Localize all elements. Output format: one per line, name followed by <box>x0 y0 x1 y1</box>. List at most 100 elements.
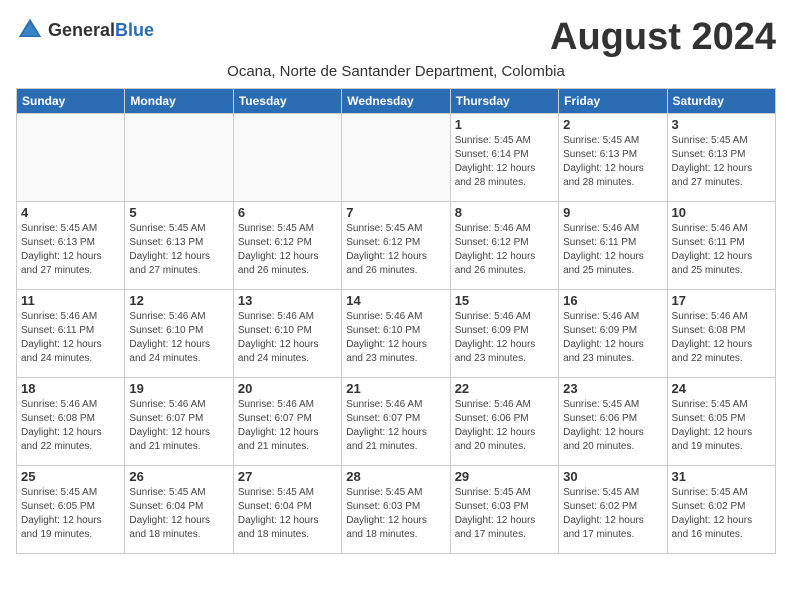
calendar-header-row: SundayMondayTuesdayWednesdayThursdayFrid… <box>17 89 776 114</box>
calendar-cell: 29 Sunrise: 5:45 AM Sunset: 6:03 PM Dayli… <box>450 466 558 554</box>
day-info: Sunrise: 5:46 AM Sunset: 6:06 PM Dayligh… <box>455 398 554 454</box>
calendar-header-tuesday: Tuesday <box>233 89 341 114</box>
calendar-cell: 9 Sunrise: 5:46 AM Sunset: 6:11 PM Daylig… <box>559 202 667 290</box>
calendar-cell: 23Sunrise: 5:45 AM Sunset: 6:06 PM Dayli… <box>559 378 667 466</box>
day-number: 20 <box>238 381 337 396</box>
day-number: 24 <box>672 381 771 396</box>
day-number: 18 <box>21 381 120 396</box>
day-info: Sunrise: 5:46 AM Sunset: 6:09 PM Dayligh… <box>455 310 554 366</box>
day-number: 7 <box>346 205 445 220</box>
day-info: Sunrise: 5:45 AM Sunset: 6:03 PM Dayligh… <box>455 486 554 542</box>
day-info: Sunrise: 5:46 AM Sunset: 6:10 PM Dayligh… <box>238 310 337 366</box>
calendar-cell: 19 Sunrise: 5:46 AM Sunset: 6:07 PM Dayli… <box>125 378 233 466</box>
day-info: Sunrise: 5:46 AM Sunset: 6:08 PM Dayligh… <box>21 398 120 454</box>
day-number: 15 <box>455 293 554 308</box>
calendar-cell: 7 Sunrise: 5:45 AM Sunset: 6:12 PM Daylig… <box>342 202 450 290</box>
day-info: Sunrise: 5:46 AM Sunset: 6:10 PM Dayligh… <box>346 310 445 366</box>
calendar-cell: 26 Sunrise: 5:45 AM Sunset: 6:04 PM Dayli… <box>125 466 233 554</box>
calendar-cell: 15 Sunrise: 5:46 AM Sunset: 6:09 PM Dayli… <box>450 290 558 378</box>
day-info: Sunrise: 5:45 AM Sunset: 6:12 PM Dayligh… <box>346 222 445 278</box>
calendar-cell <box>125 114 233 202</box>
day-number: 22 <box>455 381 554 396</box>
day-number: 6 <box>238 205 337 220</box>
day-number: 5 <box>129 205 228 220</box>
day-info: Sunrise: 5:46 AM Sunset: 6:07 PM Dayligh… <box>346 398 445 454</box>
calendar-cell: 27 Sunrise: 5:45 AM Sunset: 6:04 PM Dayli… <box>233 466 341 554</box>
day-number: 10 <box>672 205 771 220</box>
calendar-cell: 5Sunrise: 5:45 AM Sunset: 6:13 PM Daylig… <box>125 202 233 290</box>
calendar-header-wednesday: Wednesday <box>342 89 450 114</box>
day-info: Sunrise: 5:45 AM Sunset: 6:05 PM Dayligh… <box>21 486 120 542</box>
day-number: 4 <box>21 205 120 220</box>
day-number: 29 <box>455 469 554 484</box>
calendar-cell: 6 Sunrise: 5:45 AM Sunset: 6:12 PM Daylig… <box>233 202 341 290</box>
day-info: Sunrise: 5:46 AM Sunset: 6:11 PM Dayligh… <box>563 222 662 278</box>
day-info: Sunrise: 5:46 AM Sunset: 6:09 PM Dayligh… <box>563 310 662 366</box>
day-info: Sunrise: 5:46 AM Sunset: 6:07 PM Dayligh… <box>238 398 337 454</box>
logo-text-blue: Blue <box>115 20 154 40</box>
logo-icon <box>16 16 44 44</box>
calendar-cell: 22 Sunrise: 5:46 AM Sunset: 6:06 PM Dayli… <box>450 378 558 466</box>
calendar-header-sunday: Sunday <box>17 89 125 114</box>
calendar-cell: 12Sunrise: 5:46 AM Sunset: 6:10 PM Dayli… <box>125 290 233 378</box>
day-number: 21 <box>346 381 445 396</box>
calendar-cell <box>17 114 125 202</box>
day-info: Sunrise: 5:46 AM Sunset: 6:08 PM Dayligh… <box>672 310 771 366</box>
day-info: Sunrise: 5:45 AM Sunset: 6:14 PM Dayligh… <box>455 134 554 190</box>
calendar-header-friday: Friday <box>559 89 667 114</box>
day-info: Sunrise: 5:45 AM Sunset: 6:02 PM Dayligh… <box>672 486 771 542</box>
day-info: Sunrise: 5:46 AM Sunset: 6:11 PM Dayligh… <box>672 222 771 278</box>
calendar-cell: 13Sunrise: 5:46 AM Sunset: 6:10 PM Dayli… <box>233 290 341 378</box>
day-number: 31 <box>672 469 771 484</box>
day-info: Sunrise: 5:45 AM Sunset: 6:13 PM Dayligh… <box>672 134 771 190</box>
day-info: Sunrise: 5:46 AM Sunset: 6:11 PM Dayligh… <box>21 310 120 366</box>
day-number: 9 <box>563 205 662 220</box>
day-number: 1 <box>455 117 554 132</box>
day-number: 30 <box>563 469 662 484</box>
calendar-cell: 2 Sunrise: 5:45 AM Sunset: 6:13 PM Daylig… <box>559 114 667 202</box>
day-info: Sunrise: 5:45 AM Sunset: 6:03 PM Dayligh… <box>346 486 445 542</box>
calendar-cell: 8 Sunrise: 5:46 AM Sunset: 6:12 PM Daylig… <box>450 202 558 290</box>
day-info: Sunrise: 5:45 AM Sunset: 6:05 PM Dayligh… <box>672 398 771 454</box>
day-info: Sunrise: 5:45 AM Sunset: 6:13 PM Dayligh… <box>21 222 120 278</box>
calendar-cell: 31 Sunrise: 5:45 AM Sunset: 6:02 PM Dayli… <box>667 466 775 554</box>
calendar-week-2: 4 Sunrise: 5:45 AM Sunset: 6:13 PM Daylig… <box>17 202 776 290</box>
calendar-week-1: 1 Sunrise: 5:45 AM Sunset: 6:14 PM Daylig… <box>17 114 776 202</box>
day-info: Sunrise: 5:46 AM Sunset: 6:07 PM Dayligh… <box>129 398 228 454</box>
calendar-cell: 16 Sunrise: 5:46 AM Sunset: 6:09 PM Dayli… <box>559 290 667 378</box>
calendar-cell: 1 Sunrise: 5:45 AM Sunset: 6:14 PM Daylig… <box>450 114 558 202</box>
day-info: Sunrise: 5:46 AM Sunset: 6:12 PM Dayligh… <box>455 222 554 278</box>
calendar-cell: 18 Sunrise: 5:46 AM Sunset: 6:08 PM Dayli… <box>17 378 125 466</box>
day-info: Sunrise: 5:45 AM Sunset: 6:04 PM Dayligh… <box>238 486 337 542</box>
calendar: SundayMondayTuesdayWednesdayThursdayFrid… <box>16 88 776 554</box>
day-info: Sunrise: 5:45 AM Sunset: 6:12 PM Dayligh… <box>238 222 337 278</box>
calendar-week-5: 25Sunrise: 5:45 AM Sunset: 6:05 PM Dayli… <box>17 466 776 554</box>
calendar-cell <box>342 114 450 202</box>
month-title: August 2024 <box>550 16 776 59</box>
day-number: 28 <box>346 469 445 484</box>
calendar-header-thursday: Thursday <box>450 89 558 114</box>
calendar-cell: 20 Sunrise: 5:46 AM Sunset: 6:07 PM Dayli… <box>233 378 341 466</box>
day-number: 27 <box>238 469 337 484</box>
calendar-week-4: 18 Sunrise: 5:46 AM Sunset: 6:08 PM Dayli… <box>17 378 776 466</box>
calendar-week-3: 11 Sunrise: 5:46 AM Sunset: 6:11 PM Dayli… <box>17 290 776 378</box>
day-info: Sunrise: 5:45 AM Sunset: 6:13 PM Dayligh… <box>563 134 662 190</box>
logo-text-general: General <box>48 20 115 40</box>
day-number: 26 <box>129 469 228 484</box>
calendar-cell: 4 Sunrise: 5:45 AM Sunset: 6:13 PM Daylig… <box>17 202 125 290</box>
day-info: Sunrise: 5:45 AM Sunset: 6:02 PM Dayligh… <box>563 486 662 542</box>
day-number: 19 <box>129 381 228 396</box>
day-number: 16 <box>563 293 662 308</box>
day-number: 12 <box>129 293 228 308</box>
day-number: 2 <box>563 117 662 132</box>
day-number: 8 <box>455 205 554 220</box>
day-number: 11 <box>21 293 120 308</box>
calendar-cell: 11 Sunrise: 5:46 AM Sunset: 6:11 PM Dayli… <box>17 290 125 378</box>
day-number: 3 <box>672 117 771 132</box>
day-number: 23 <box>563 381 662 396</box>
calendar-cell: 21 Sunrise: 5:46 AM Sunset: 6:07 PM Dayli… <box>342 378 450 466</box>
day-info: Sunrise: 5:45 AM Sunset: 6:04 PM Dayligh… <box>129 486 228 542</box>
calendar-cell: 10 Sunrise: 5:46 AM Sunset: 6:11 PM Dayli… <box>667 202 775 290</box>
logo: GeneralBlue <box>16 16 154 44</box>
calendar-cell: 24 Sunrise: 5:45 AM Sunset: 6:05 PM Dayli… <box>667 378 775 466</box>
